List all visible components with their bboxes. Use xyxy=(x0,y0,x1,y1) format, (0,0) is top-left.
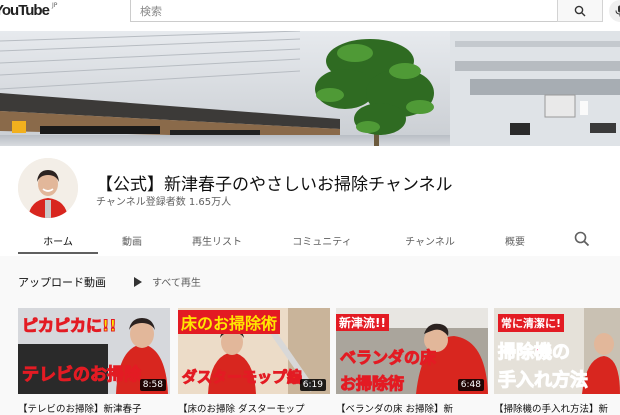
video-thumbnail-4[interactable]: 常に清潔に! 掃除機の 手入れ方法 xyxy=(494,308,620,394)
video-thumbnail-2[interactable]: 床のお掃除術 ダスターモップ編 6:19 xyxy=(178,308,330,394)
tab-channels-label: チャンネル xyxy=(405,236,455,248)
search-button[interactable] xyxy=(557,0,603,22)
tab-playlists[interactable]: 再生リスト xyxy=(174,224,260,256)
video-duration: 8:58 xyxy=(139,379,166,391)
tab-videos[interactable]: 動画 xyxy=(100,224,164,256)
youtube-logo[interactable]: YouTube JP xyxy=(0,0,60,31)
logo-text: YouTube xyxy=(0,2,50,19)
thumbnail-caption-bottom: 手入れ方法 xyxy=(498,370,589,392)
voice-search-button[interactable] xyxy=(609,0,620,22)
tab-about[interactable]: 概要 xyxy=(486,224,544,256)
channel-header: 【公式】新津春子のやさしいお掃除チャンネル チャンネル登録者数 1.65万人 ホ… xyxy=(0,146,620,256)
channel-title: 【公式】新津春子のやさしいお掃除チャンネル xyxy=(96,175,453,195)
thumbnail-caption-top: 新津流!! xyxy=(336,314,389,331)
tab-about-label: 概要 xyxy=(505,236,525,248)
banner-image xyxy=(0,31,620,146)
play-all-button[interactable]: すべて再生 xyxy=(134,274,201,289)
tab-home-label: ホーム xyxy=(43,236,73,248)
video-thumbnail-3[interactable]: 新津流!! ベランダの床 お掃除術 6:48 xyxy=(336,308,488,394)
thumbnail-caption-bottom: お掃除術 xyxy=(339,374,405,394)
thumbnail-caption-top: 床のお掃除術 xyxy=(178,310,281,334)
thumbnail-caption-bottom: テレビのお掃除 xyxy=(22,365,142,386)
tab-community[interactable]: コミュニティ xyxy=(276,224,368,256)
tab-channels[interactable]: チャンネル xyxy=(388,224,472,256)
avatar[interactable] xyxy=(18,158,78,218)
thumbnail-caption-mid: ベランダの床 xyxy=(339,348,437,368)
avatar-image xyxy=(18,158,78,218)
play-icon xyxy=(134,276,142,287)
section-title: アップロード動画 xyxy=(18,276,106,289)
video-thumbnail-1[interactable]: ピカピカに!! テレビのお掃除 8:58 xyxy=(18,308,170,394)
video-duration: 6:19 xyxy=(299,379,326,391)
search-icon xyxy=(574,5,586,16)
search-placeholder: 検索 xyxy=(140,5,162,18)
tab-playlists-label: 再生リスト xyxy=(192,236,242,248)
thumbnail-caption-top: 常に清潔に! xyxy=(498,314,565,332)
tab-community-label: コミュニティ xyxy=(292,236,352,248)
video-duration: 6:48 xyxy=(457,379,484,391)
search-input[interactable]: 検索 xyxy=(130,0,558,22)
logo-region: JP xyxy=(52,2,58,9)
thumbnail-caption-top: ピカピカに!! xyxy=(22,316,118,336)
thumbnail-caption-bottom: ダスターモップ編 xyxy=(181,368,303,387)
active-tab-indicator xyxy=(18,252,98,254)
tab-videos-label: 動画 xyxy=(122,236,142,248)
microphone-icon xyxy=(615,5,620,17)
channel-search-button[interactable] xyxy=(573,230,591,248)
search-icon xyxy=(574,231,590,247)
subscriber-count: チャンネル登録者数 1.65万人 xyxy=(96,197,232,208)
channel-banner xyxy=(0,31,620,146)
thumbnail-caption-mid: 掃除機の xyxy=(498,342,571,364)
masthead: YouTube JP 検索 xyxy=(0,0,620,31)
play-all-label: すべて再生 xyxy=(152,278,201,289)
